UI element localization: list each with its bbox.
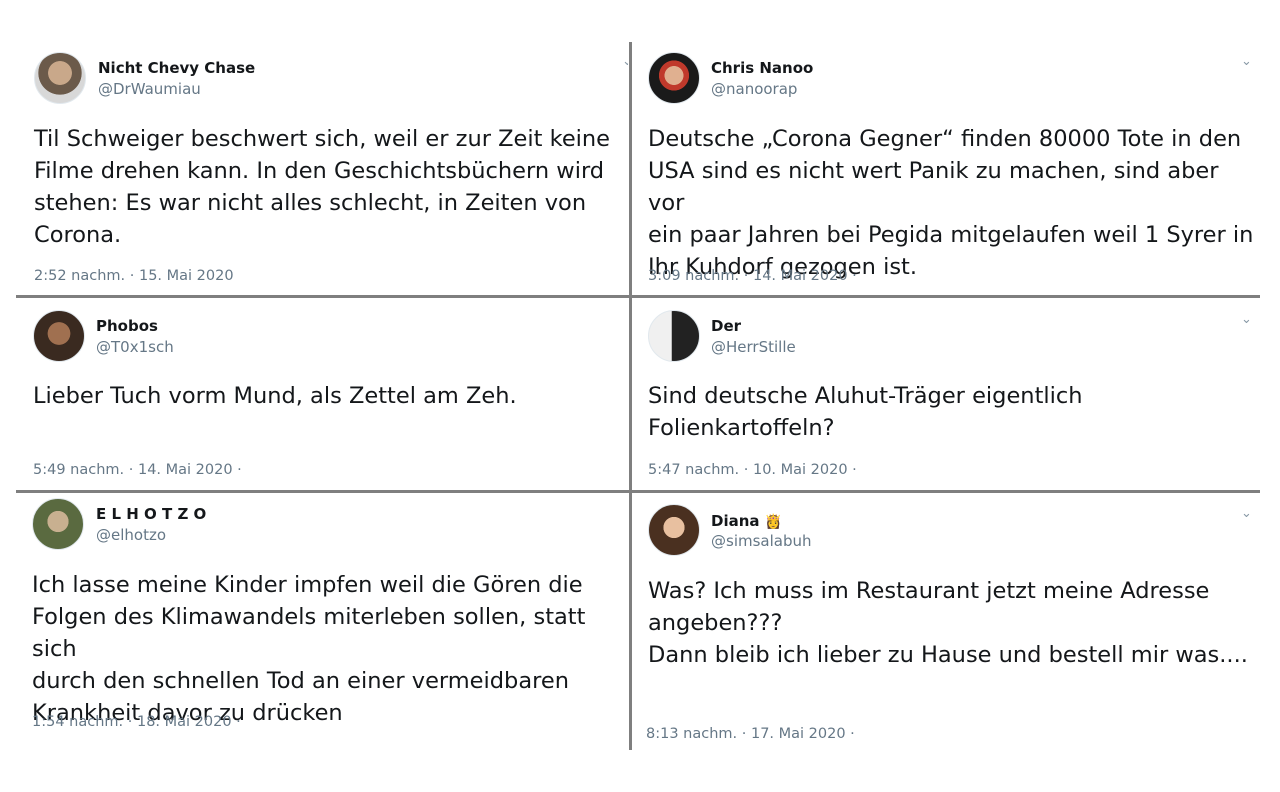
tweet-text: Til Schweiger beschwert sich, weil er zu…	[34, 126, 611, 248]
emoji: 👸	[764, 514, 783, 530]
display-name[interactable]: Diana	[711, 512, 760, 530]
tweet-text: Lieber Tuch vorm Mund, als Zettel am Zeh…	[33, 383, 517, 409]
chevron-down-icon[interactable]: ⌄	[622, 54, 628, 69]
divider-horizontal	[16, 295, 1260, 298]
tweet-timestamp[interactable]: 5:47 nachm. · 10. Mai 2020 ·	[648, 462, 857, 478]
avatar[interactable]	[648, 310, 700, 362]
chevron-down-icon[interactable]: ⌄	[1241, 312, 1252, 327]
user-handle[interactable]: @DrWaumiau	[98, 80, 201, 98]
tweet-text: Sind deutsche Aluhut-Träger eigentlich F…	[648, 383, 1083, 441]
display-name-row: Diana 👸	[711, 511, 782, 530]
display-name[interactable]: Chris Nanoo	[711, 59, 813, 77]
avatar[interactable]	[648, 52, 700, 104]
tweet-card[interactable]: Chris Nanoo @nanoorap Deutsche „Corona G…	[634, 42, 1260, 294]
chevron-down-icon[interactable]: ⌄	[1241, 506, 1252, 521]
user-handle[interactable]: @HerrStille	[711, 338, 796, 356]
display-name[interactable]: E L H O T Z O	[96, 505, 206, 523]
display-name[interactable]: Der	[711, 317, 741, 335]
tweet-text: Was? Ich muss im Restaurant jetzt meine …	[648, 578, 1248, 668]
tweet-timestamp[interactable]: 2:52 nachm. · 15. Mai 2020	[34, 268, 234, 284]
tweet-text: Deutsche „Corona Gegner“ finden 80000 To…	[648, 126, 1254, 280]
avatar[interactable]	[33, 310, 85, 362]
tweet-timestamp[interactable]: 5:49 nachm. · 14. Mai 2020 ·	[33, 462, 242, 478]
display-name[interactable]: Nicht Chevy Chase	[98, 59, 255, 77]
tweet-timestamp[interactable]: 3:09 nachm. · 14. Mai 2020 ·	[648, 268, 857, 284]
avatar[interactable]	[34, 52, 86, 104]
tweet-card[interactable]: Diana 👸 @simsalabuh Was? Ich muss im Res…	[634, 494, 1260, 746]
user-handle[interactable]: @T0x1sch	[96, 338, 174, 356]
avatar[interactable]	[648, 504, 700, 556]
chevron-down-icon[interactable]: ⌄	[1241, 54, 1252, 69]
tweet-card[interactable]: Phobos @T0x1sch Lieber Tuch vorm Mund, a…	[16, 300, 628, 488]
tweet-timestamp[interactable]: 1:54 nachm. · 18. Mai 2020 ·	[32, 714, 241, 730]
tweet-card[interactable]: Der @HerrStille Sind deutsche Aluhut-Trä…	[634, 300, 1260, 488]
user-handle[interactable]: @simsalabuh	[711, 532, 812, 550]
avatar[interactable]	[32, 498, 84, 550]
tweet-text: Ich lasse meine Kinder impfen weil die G…	[32, 572, 586, 726]
tweet-timestamp[interactable]: 8:13 nachm. · 17. Mai 2020 ·	[646, 726, 855, 742]
divider-horizontal	[16, 490, 1260, 493]
user-handle[interactable]: @nanoorap	[711, 80, 797, 98]
divider-vertical	[629, 42, 632, 750]
user-handle[interactable]: @elhotzo	[96, 526, 166, 544]
tweet-card[interactable]: Nicht Chevy Chase @DrWaumiau Til Schweig…	[16, 42, 628, 294]
tweet-card[interactable]: E L H O T Z O @elhotzo Ich lasse meine K…	[16, 494, 628, 746]
display-name[interactable]: Phobos	[96, 317, 158, 335]
